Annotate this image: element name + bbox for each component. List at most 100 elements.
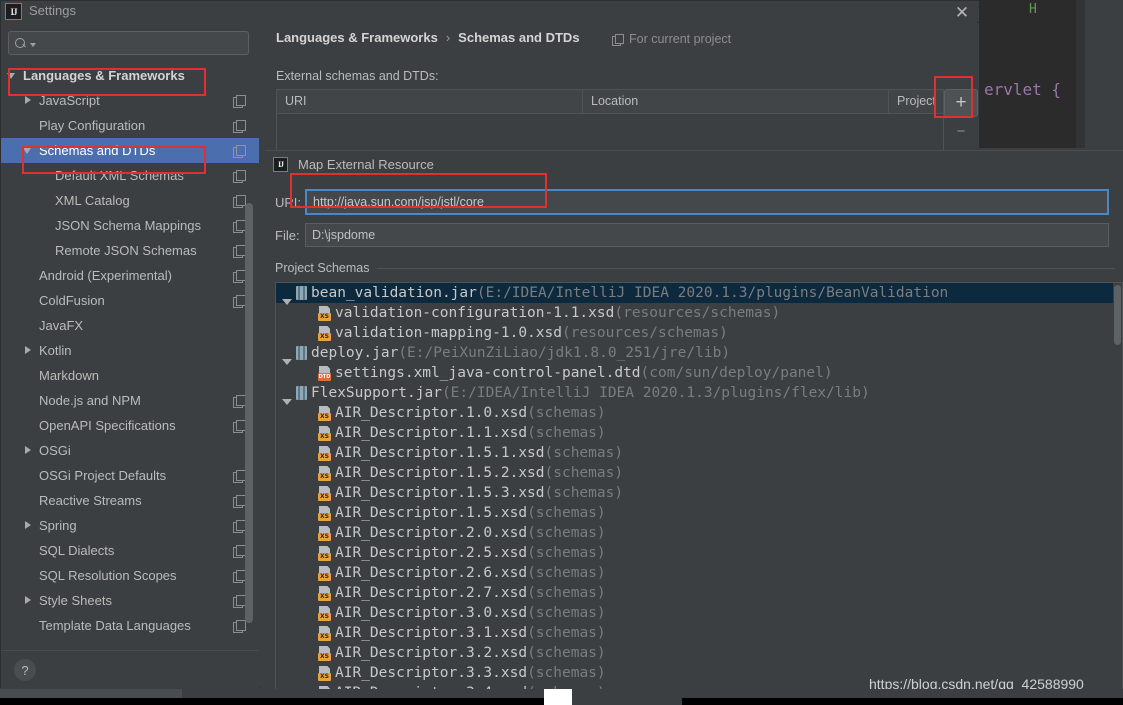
sidebar-item-spring[interactable]: Spring: [1, 513, 259, 538]
editor-code-pane[interactable]: ervlet {: [978, 0, 1076, 148]
copy-icon[interactable]: [233, 619, 246, 633]
search-input[interactable]: [36, 36, 248, 50]
sidebar-item-languages-frameworks[interactable]: Languages & Frameworks: [1, 63, 259, 88]
schemas-scrollbar-thumb[interactable]: [1114, 285, 1121, 345]
sidebar-item-xml-catalog[interactable]: XML Catalog: [1, 188, 259, 213]
schema-tree-row[interactable]: XS AIR_Descriptor.2.6.xsd (schemas): [276, 563, 1122, 583]
schema-tree-row[interactable]: XS validation-configuration-1.1.xsd (reso…: [276, 303, 1122, 323]
sidebar-item-javafx[interactable]: JavaFX: [1, 313, 259, 338]
schema-tree-row[interactable]: XS AIR_Descriptor.1.0.xsd (schemas): [276, 403, 1122, 423]
sidebar-item-javascript[interactable]: JavaScript: [1, 88, 259, 113]
uri-input[interactable]: [305, 189, 1109, 215]
schema-tree-row[interactable]: XS AIR_Descriptor.1.5.3.xsd (schemas): [276, 483, 1122, 503]
search-field-wrapper[interactable]: [8, 31, 249, 55]
sidebar-item-coldfusion[interactable]: ColdFusion: [1, 288, 259, 313]
project-schemas-list[interactable]: bean_validation.jar (E:/IDEA/IntelliJ ID…: [276, 283, 1122, 703]
sidebar-item-reactive-streams[interactable]: Reactive Streams: [1, 488, 259, 513]
sidebar-item-sql-resolution-scopes[interactable]: SQL Resolution Scopes: [1, 563, 259, 588]
schema-tree-row[interactable]: XS AIR_Descriptor.3.1.xsd (schemas): [276, 623, 1122, 643]
schema-tree-row[interactable]: XS AIR_Descriptor.2.0.xsd (schemas): [276, 523, 1122, 543]
twisty-spacer: [23, 470, 34, 481]
schema-tree-row[interactable]: bean_validation.jar (E:/IDEA/IntelliJ ID…: [276, 283, 1122, 305]
project-schemas-tree[interactable]: bean_validation.jar (E:/IDEA/IntelliJ ID…: [275, 282, 1123, 705]
copy-icon[interactable]: [233, 419, 246, 433]
copy-icon[interactable]: [233, 294, 246, 308]
column-header-project[interactable]: Project: [889, 90, 943, 113]
xsd-file-icon: XS: [318, 505, 332, 521]
chevron-right-icon[interactable]: [23, 345, 34, 356]
schema-tree-row[interactable]: DTD settings.xml_java-control-panel.dtd (…: [276, 363, 1122, 383]
chevron-right-icon[interactable]: [23, 520, 34, 531]
search-box[interactable]: [8, 31, 249, 55]
schema-tree-row[interactable]: XS AIR_Descriptor.3.0.xsd (schemas): [276, 603, 1122, 623]
copy-icon[interactable]: [233, 194, 246, 208]
sidebar-item-default-xml-schemas[interactable]: Default XML Schemas: [1, 163, 259, 188]
sidebar-item-kotlin[interactable]: Kotlin: [1, 338, 259, 363]
copy-icon[interactable]: [233, 144, 246, 158]
window-title: Settings: [29, 3, 76, 18]
sidebar-scrollbar-track[interactable]: [245, 63, 256, 650]
copy-icon[interactable]: [233, 244, 246, 258]
file-input[interactable]: [305, 223, 1109, 247]
schema-tree-row[interactable]: XS AIR_Descriptor.2.5.xsd (schemas): [276, 543, 1122, 563]
sidebar-item-markdown[interactable]: Markdown: [1, 363, 259, 388]
sidebar-scrollbar-thumb[interactable]: [245, 203, 253, 623]
sidebar-item-osgi[interactable]: OSGi: [1, 438, 259, 463]
add-schema-button[interactable]: +: [944, 89, 978, 117]
schema-tree-row[interactable]: XS AIR_Descriptor.2.7.xsd (schemas): [276, 583, 1122, 603]
chevron-down-icon[interactable]: [7, 70, 18, 81]
breadcrumb-parent[interactable]: Languages & Frameworks: [276, 30, 438, 45]
sidebar-item-android-experimental[interactable]: Android (Experimental): [1, 263, 259, 288]
copy-icon[interactable]: [233, 219, 246, 233]
copy-icon[interactable]: [233, 469, 246, 483]
sidebar-item-template-data-languages[interactable]: Template Data Languages: [1, 613, 259, 638]
sidebar-item-style-sheets[interactable]: Style Sheets: [1, 588, 259, 613]
sidebar-item-json-schema-mappings[interactable]: JSON Schema Mappings: [1, 213, 259, 238]
schema-tree-row[interactable]: XS AIR_Descriptor.1.5.xsd (schemas): [276, 503, 1122, 523]
sidebar-item-openapi-specifications[interactable]: OpenAPI Specifications: [1, 413, 259, 438]
schema-tree-row[interactable]: XS AIR_Descriptor.1.5.1.xsd (schemas): [276, 443, 1122, 463]
copy-icon[interactable]: [233, 544, 246, 558]
chevron-right-icon[interactable]: [23, 95, 34, 106]
column-header-uri[interactable]: URI: [277, 90, 583, 113]
schema-file-name: AIR_Descriptor.1.5.3.xsd: [335, 485, 545, 501]
chevron-right-icon[interactable]: [23, 445, 34, 456]
close-icon[interactable]: ✕: [945, 1, 979, 25]
chevron-down-icon[interactable]: [23, 145, 34, 156]
taskbar-segment-d: [572, 689, 682, 705]
help-icon[interactable]: ?: [14, 659, 36, 681]
sidebar-item-schemas-and-dtds[interactable]: Schemas and DTDs: [1, 138, 259, 163]
schema-tree-row[interactable]: XS validation-mapping-1.0.xsd (resources/…: [276, 323, 1122, 343]
schema-tree-row[interactable]: XS AIR_Descriptor.1.5.2.xsd (schemas): [276, 463, 1122, 483]
settings-category-tree[interactable]: Languages & Frameworks JavaScript Play Con…: [1, 63, 259, 650]
copy-icon[interactable]: [233, 169, 246, 183]
column-header-location[interactable]: Location: [583, 90, 889, 113]
copy-icon[interactable]: [233, 519, 246, 533]
schema-tree-row[interactable]: XS AIR_Descriptor.1.1.xsd (schemas): [276, 423, 1122, 443]
copy-icon[interactable]: [233, 569, 246, 583]
schema-file-path: (schemas): [527, 525, 606, 541]
copy-icon[interactable]: [233, 594, 246, 608]
sidebar-item-play-configuration[interactable]: Play Configuration: [1, 113, 259, 138]
file-field-row: File:: [275, 223, 1115, 247]
copy-icon[interactable]: [233, 269, 246, 283]
sidebar-item-osgi-project-defaults[interactable]: OSGi Project Defaults: [1, 463, 259, 488]
copy-icon[interactable]: [233, 394, 246, 408]
sidebar-item-node-js-and-npm[interactable]: Node.js and NPM: [1, 388, 259, 413]
copy-icon[interactable]: [233, 119, 246, 133]
schema-tree-row[interactable]: FlexSupport.jar (E:/IDEA/IntelliJ IDEA 2…: [276, 383, 1122, 405]
schema-file-name: AIR_Descriptor.2.0.xsd: [335, 525, 528, 541]
remove-schema-button[interactable]: −: [944, 117, 978, 145]
sidebar-item-remote-json-schemas[interactable]: Remote JSON Schemas: [1, 238, 259, 263]
schema-tree-row[interactable]: deploy.jar (E:/PeiXunZiLiao/jdk1.8.0_251…: [276, 343, 1122, 365]
schema-file-name: validation-mapping-1.0.xsd: [335, 325, 562, 341]
schemas-scrollbar-track[interactable]: [1113, 283, 1122, 705]
file-type-badge: XS: [318, 572, 331, 581]
chevron-right-icon[interactable]: [23, 595, 34, 606]
schema-tree-row[interactable]: XS AIR_Descriptor.3.2.xsd (schemas): [276, 643, 1122, 663]
sidebar-item-label: OpenAPI Specifications: [39, 418, 176, 433]
copy-icon[interactable]: [233, 94, 246, 108]
copy-icon[interactable]: [233, 494, 246, 508]
schema-file-path: (schemas): [527, 565, 606, 581]
sidebar-item-sql-dialects[interactable]: SQL Dialects: [1, 538, 259, 563]
